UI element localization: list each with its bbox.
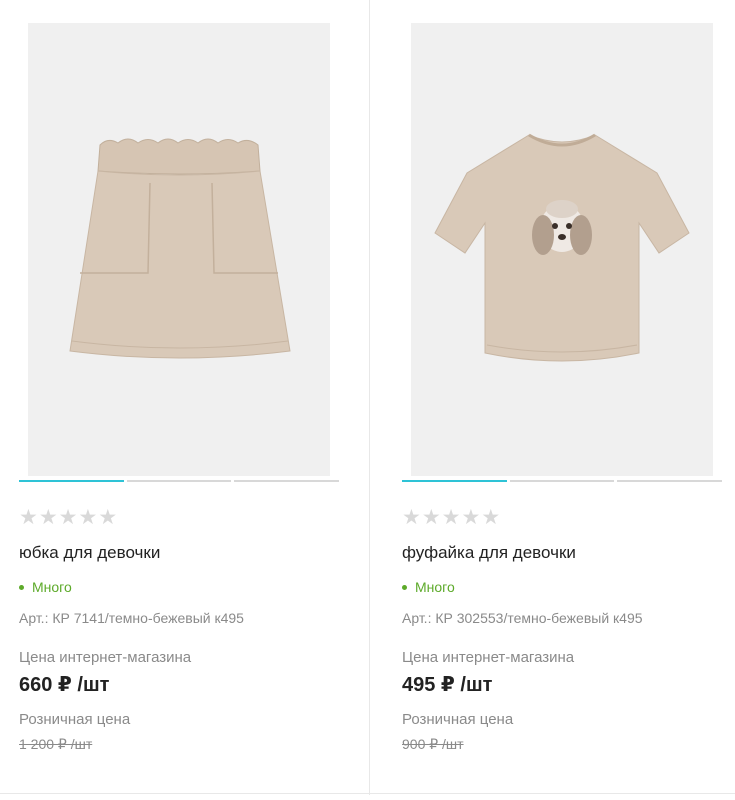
gallery-dot[interactable]	[617, 480, 723, 482]
star-icon: ★	[98, 505, 118, 529]
stock-dot-icon	[19, 584, 24, 590]
article-number: Арт.: КР 7141/темно-бежевый к495	[19, 610, 244, 626]
product-card[interactable]: ★ ★ ★ ★ ★ юбка для девочки Много Арт.: К…	[19, 0, 369, 790]
retail-price-label: Розничная цена	[402, 711, 514, 728]
skirt-illustration	[69, 138, 291, 359]
gallery-dot[interactable]	[234, 480, 340, 482]
stock-status: Много	[19, 578, 72, 596]
online-price-label: Цена интернет-магазина	[19, 649, 192, 666]
stock-label: Много	[32, 579, 72, 595]
gallery-dot[interactable]	[19, 480, 124, 482]
product-image-tshirt[interactable]	[411, 23, 713, 476]
product-grid: ★ ★ ★ ★ ★ юбка для девочки Много Арт.: К…	[0, 0, 735, 800]
column-divider	[369, 0, 370, 795]
star-icon: ★	[402, 505, 421, 529]
product-title-link[interactable]: юбка для девочки	[19, 542, 160, 564]
online-price: 495 ₽ /шт	[402, 674, 493, 696]
rating-stars: ★ ★ ★ ★ ★	[402, 505, 500, 529]
product-title-link[interactable]: фуфайка для девочки	[402, 542, 576, 564]
stock-dot-icon	[402, 584, 407, 590]
tshirt-illustration	[434, 133, 690, 362]
retail-price-label: Розничная цена	[19, 711, 131, 728]
product-image-skirt[interactable]	[28, 23, 330, 476]
rating-stars: ★ ★ ★ ★ ★	[19, 505, 117, 529]
retail-price: 900 ₽ /шт	[402, 736, 464, 752]
online-price: 660 ₽ /шт	[19, 674, 110, 696]
gallery-dot[interactable]	[402, 480, 507, 482]
product-card[interactable]: ★ ★ ★ ★ ★ фуфайка для девочки Много Арт.…	[402, 0, 735, 790]
star-icon: ★	[441, 505, 461, 529]
star-icon: ★	[78, 505, 98, 529]
gallery-dot[interactable]	[509, 480, 615, 482]
star-icon: ★	[38, 505, 58, 529]
star-icon: ★	[421, 505, 441, 529]
star-icon: ★	[481, 505, 501, 529]
star-icon: ★	[461, 505, 481, 529]
retail-price: 1 200 ₽ /шт	[19, 736, 93, 752]
gallery-indicator[interactable]	[19, 480, 340, 482]
star-icon: ★	[19, 505, 38, 529]
row-divider	[0, 793, 735, 794]
article-number: Арт.: КР 302553/темно-бежевый к495	[402, 610, 643, 626]
stock-label: Много	[415, 579, 455, 595]
stock-status: Много	[402, 578, 455, 596]
online-price-label: Цена интернет-магазина	[402, 649, 575, 666]
gallery-dot[interactable]	[126, 480, 232, 482]
gallery-indicator[interactable]	[402, 480, 723, 482]
star-icon: ★	[58, 505, 78, 529]
